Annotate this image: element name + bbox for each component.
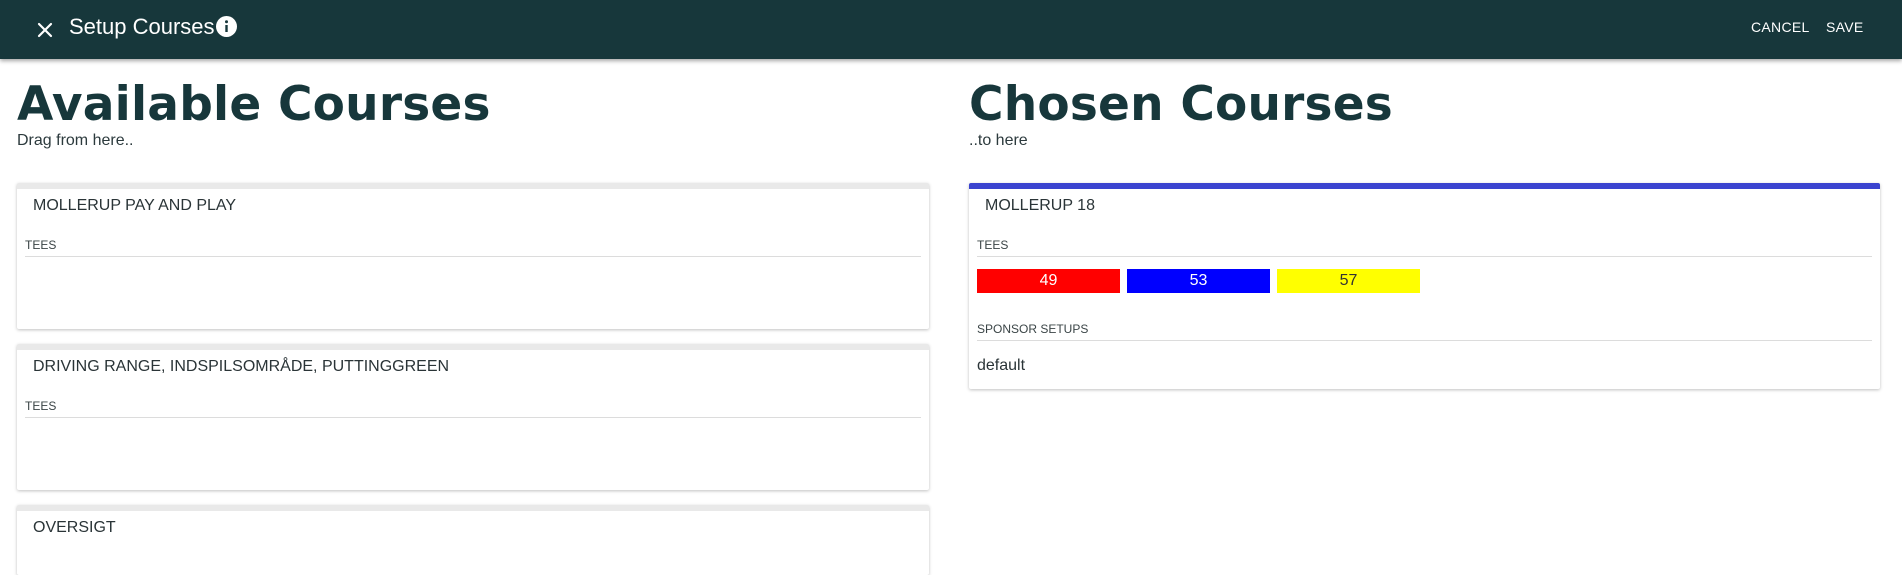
available-courses-heading: Available Courses bbox=[17, 77, 491, 132]
tee-blue[interactable]: 53 bbox=[1127, 269, 1270, 293]
top-app-bar: Setup Courses CANCEL SAVE bbox=[0, 0, 1902, 59]
cancel-button[interactable]: CANCEL bbox=[1751, 18, 1810, 36]
close-icon bbox=[37, 22, 53, 38]
divider bbox=[25, 256, 921, 257]
close-button[interactable] bbox=[30, 15, 60, 45]
save-button[interactable]: SAVE bbox=[1826, 18, 1864, 36]
divider bbox=[977, 340, 1872, 341]
divider bbox=[977, 256, 1872, 257]
tee-value: 57 bbox=[1339, 272, 1358, 289]
course-card-mollerup-pay-and-play[interactable]: MOLLERUP PAY AND PLAY TEES bbox=[17, 183, 929, 329]
course-card-mollerup-18[interactable]: MOLLERUP 18 TEES 49 53 57 SPONSOR SETUPS… bbox=[969, 183, 1880, 389]
course-name: MOLLERUP 18 bbox=[985, 197, 1095, 214]
available-courses-panel: Available Courses Drag from here.. bbox=[17, 59, 929, 151]
chosen-courses-panel: Chosen Courses ..to here bbox=[969, 59, 1880, 151]
course-name: DRIVING RANGE, INDSPILSOMRÅDE, PUTTINGGR… bbox=[33, 358, 450, 375]
tee-yellow[interactable]: 57 bbox=[1277, 269, 1420, 293]
course-name: OVERSIGT bbox=[33, 519, 116, 536]
sponsor-setups-label: SPONSOR SETUPS bbox=[977, 322, 1089, 336]
divider bbox=[25, 417, 921, 418]
tees-label: TEES bbox=[977, 238, 1009, 252]
tees-label: TEES bbox=[25, 238, 57, 252]
chosen-courses-heading: Chosen Courses bbox=[969, 77, 1393, 132]
available-courses-subtitle: Drag from here.. bbox=[17, 132, 134, 149]
chosen-courses-subtitle: ..to here bbox=[969, 132, 1028, 149]
tee-red[interactable]: 49 bbox=[977, 269, 1120, 293]
tees-label: TEES bbox=[25, 399, 57, 413]
tee-value: 49 bbox=[1039, 272, 1058, 289]
course-name: MOLLERUP PAY AND PLAY bbox=[33, 197, 237, 214]
info-icon[interactable] bbox=[215, 15, 238, 38]
sponsor-setup-value: default bbox=[977, 357, 1026, 374]
tee-value: 53 bbox=[1189, 272, 1208, 289]
page-title: Setup Courses bbox=[69, 14, 215, 39]
course-card-driving-range[interactable]: DRIVING RANGE, INDSPILSOMRÅDE, PUTTINGGR… bbox=[17, 344, 929, 490]
course-card-oversigt[interactable]: OVERSIGT bbox=[17, 505, 929, 575]
